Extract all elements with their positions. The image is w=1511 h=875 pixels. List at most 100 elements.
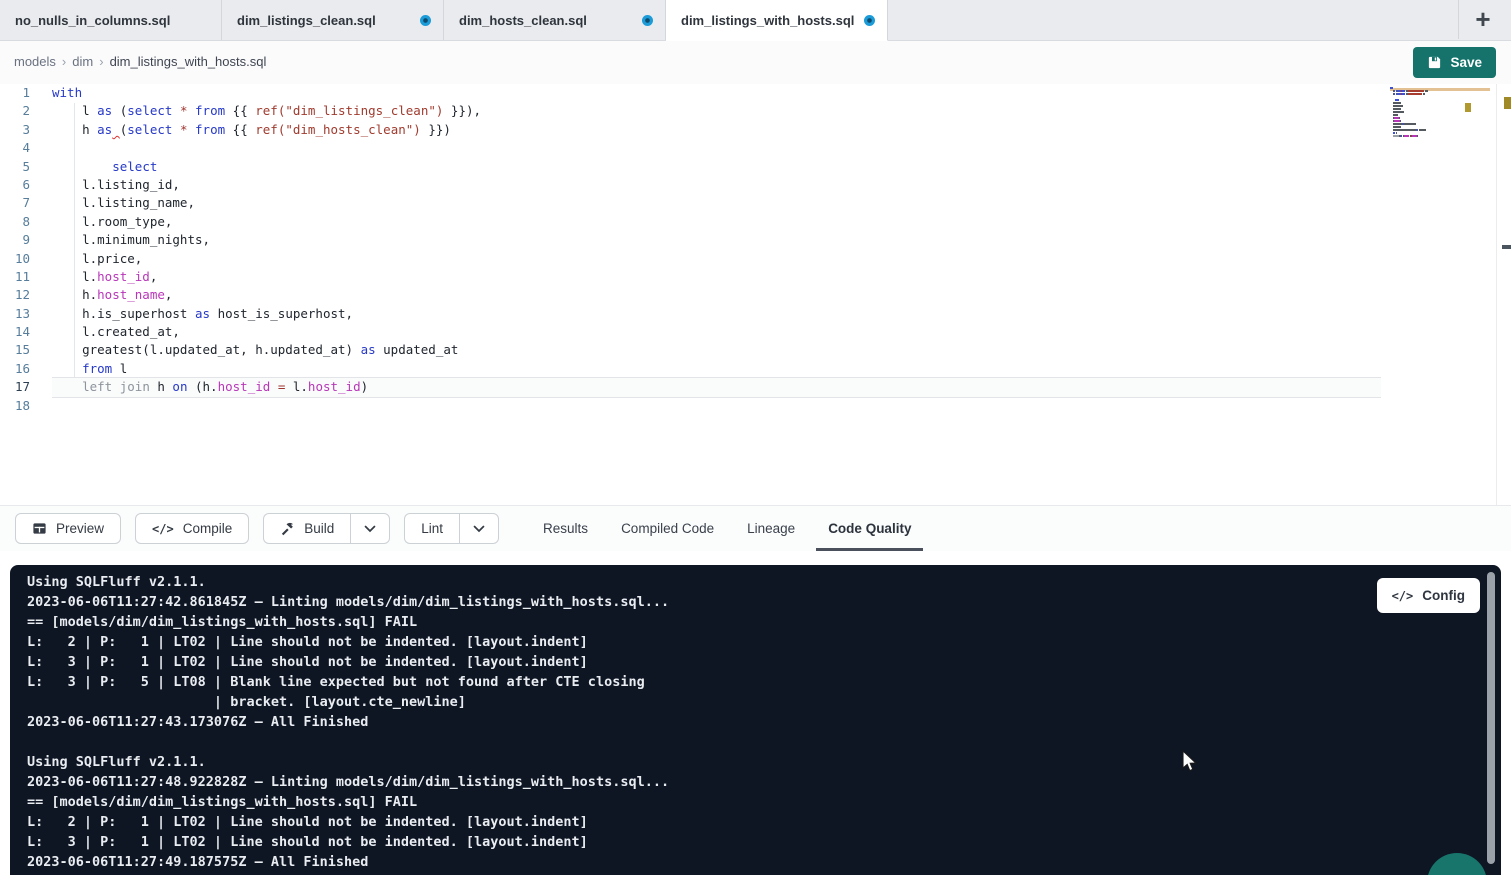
minimap-line [1390, 120, 1490, 122]
editor-tab[interactable]: dim_listings_with_hosts.sql [666, 0, 888, 41]
terminal-scrollbar[interactable] [1487, 572, 1495, 864]
code-line[interactable]: left join h on (h.host_id = l.host_id) [52, 378, 1381, 396]
terminal-panel[interactable]: Using SQLFluff v2.1.1. 2023-06-06T11:27:… [10, 565, 1501, 875]
tab-label: dim_listings_with_hosts.sql [681, 13, 856, 28]
code-line[interactable]: select [52, 158, 1381, 176]
minimap-line [1390, 123, 1490, 125]
line-number: 6 [0, 176, 30, 194]
code-line[interactable]: l.created_at, [52, 323, 1381, 341]
editor-toolbar: Preview </> Compile Build Lint Results Compil… [0, 505, 1511, 551]
overview-warning-marker [1504, 97, 1511, 109]
build-button[interactable]: Build [263, 513, 350, 544]
line-number: 1 [0, 84, 30, 102]
tab-label: no_nulls_in_columns.sql [15, 13, 209, 28]
code-line[interactable]: l.minimum_nights, [52, 231, 1381, 249]
line-number: 16 [0, 360, 30, 378]
chevron-right-icon: › [62, 54, 66, 69]
code-editor[interactable]: 123456789101112131415161718 with l as (s… [0, 84, 1511, 505]
line-number: 9 [0, 231, 30, 249]
minimap-line [1390, 108, 1490, 110]
compile-button[interactable]: </> Compile [135, 513, 249, 544]
config-button-label: Config [1422, 588, 1465, 603]
code-line[interactable]: l.host_id, [52, 268, 1381, 286]
breadcrumb-item[interactable]: models [14, 54, 56, 69]
lint-dropdown-button[interactable] [459, 513, 499, 544]
chevron-right-icon: › [99, 54, 103, 69]
toolbar-buttons: Preview </> Compile Build Lint [15, 513, 513, 544]
tab-bar: no_nulls_in_columns.sql dim_listings_clea… [0, 0, 1511, 41]
config-button[interactable]: </> Config [1377, 578, 1480, 613]
build-dropdown-button[interactable] [350, 513, 390, 544]
minimap-line [1390, 132, 1490, 134]
editor-tab[interactable]: dim_hosts_clean.sql [444, 0, 666, 40]
tab-code-quality[interactable]: Code Quality [828, 506, 911, 551]
code-line[interactable]: l as (select * from {{ ref("dim_listings… [52, 102, 1381, 120]
breadcrumb-item[interactable]: dim_listings_with_hosts.sql [110, 54, 267, 69]
hammer-icon [280, 521, 295, 536]
minimap-line [1390, 129, 1490, 131]
minimap-line [1390, 126, 1490, 128]
line-number: 5 [0, 158, 30, 176]
line-number: 7 [0, 194, 30, 212]
tabbar-divider [1458, 0, 1459, 39]
scrollbar-track-line [1496, 84, 1497, 505]
minimap-line [1390, 99, 1490, 101]
code-line[interactable]: h.is_superhost as host_is_superhost, [52, 305, 1381, 323]
editor-tabs: no_nulls_in_columns.sql dim_listings_clea… [0, 0, 888, 40]
line-number: 17 [0, 378, 30, 396]
code-line[interactable]: with [52, 84, 1381, 102]
breadcrumb: models › dim › dim_listings_with_hosts.sql [14, 54, 266, 69]
tab-results[interactable]: Results [543, 506, 588, 551]
lint-button-label: Lint [421, 521, 443, 536]
code-icon: </> [152, 522, 174, 536]
line-number: 4 [0, 139, 30, 157]
minimap-warning-marker [1465, 103, 1471, 112]
compile-button-label: Compile [183, 521, 233, 536]
new-tab-button[interactable]: + [1467, 3, 1499, 35]
editor-tab[interactable]: no_nulls_in_columns.sql [0, 0, 222, 40]
code-line[interactable]: h as (select * from {{ ref("dim_hosts_cl… [52, 121, 1381, 139]
tab-label: dim_listings_clean.sql [237, 13, 412, 28]
minimap[interactable] [1390, 87, 1490, 141]
minimap-line [1390, 96, 1490, 98]
lint-button-group: Lint [404, 513, 499, 544]
line-number: 15 [0, 341, 30, 359]
minimap-line [1390, 117, 1490, 119]
minimap-line [1390, 93, 1490, 95]
save-button[interactable]: Save [1413, 47, 1496, 78]
tab-compiled-code[interactable]: Compiled Code [621, 506, 714, 551]
minimap-line [1390, 90, 1490, 92]
tab-lineage[interactable]: Lineage [747, 506, 795, 551]
code-line[interactable]: l.price, [52, 250, 1381, 268]
lint-button[interactable]: Lint [404, 513, 459, 544]
code-line[interactable]: from l [52, 360, 1381, 378]
preview-button-label: Preview [56, 521, 104, 536]
line-number: 8 [0, 213, 30, 231]
editor-tab[interactable]: dim_listings_clean.sql [222, 0, 444, 40]
line-number: 3 [0, 121, 30, 139]
minimap-line [1390, 111, 1490, 113]
build-button-group: Build [263, 513, 390, 544]
save-button-label: Save [1450, 55, 1482, 70]
code-line[interactable]: l.listing_name, [52, 194, 1381, 212]
build-button-label: Build [304, 521, 334, 536]
minimap-line [1390, 135, 1490, 137]
code-line[interactable] [52, 139, 1381, 157]
code-icon: </> [1392, 589, 1414, 603]
code-line[interactable]: h.host_name, [52, 286, 1381, 304]
line-number: 18 [0, 397, 30, 415]
preview-button[interactable]: Preview [15, 513, 121, 544]
table-icon [32, 521, 47, 536]
ide-screen: no_nulls_in_columns.sql dim_listings_clea… [0, 0, 1511, 875]
minimap-line [1390, 102, 1490, 104]
overview-cursor-marker [1502, 245, 1511, 249]
minimap-line [1390, 114, 1490, 116]
code-line[interactable]: greatest(l.updated_at, h.updated_at) as … [52, 341, 1381, 359]
minimap-line [1390, 105, 1490, 107]
code-line[interactable]: l.listing_id, [52, 176, 1381, 194]
code-content: with l as (select * from {{ ref("dim_lis… [52, 84, 1381, 415]
code-line[interactable]: l.room_type, [52, 213, 1381, 231]
tab-label: dim_hosts_clean.sql [459, 13, 634, 28]
breadcrumb-item[interactable]: dim [72, 54, 93, 69]
code-line[interactable] [52, 397, 1381, 415]
